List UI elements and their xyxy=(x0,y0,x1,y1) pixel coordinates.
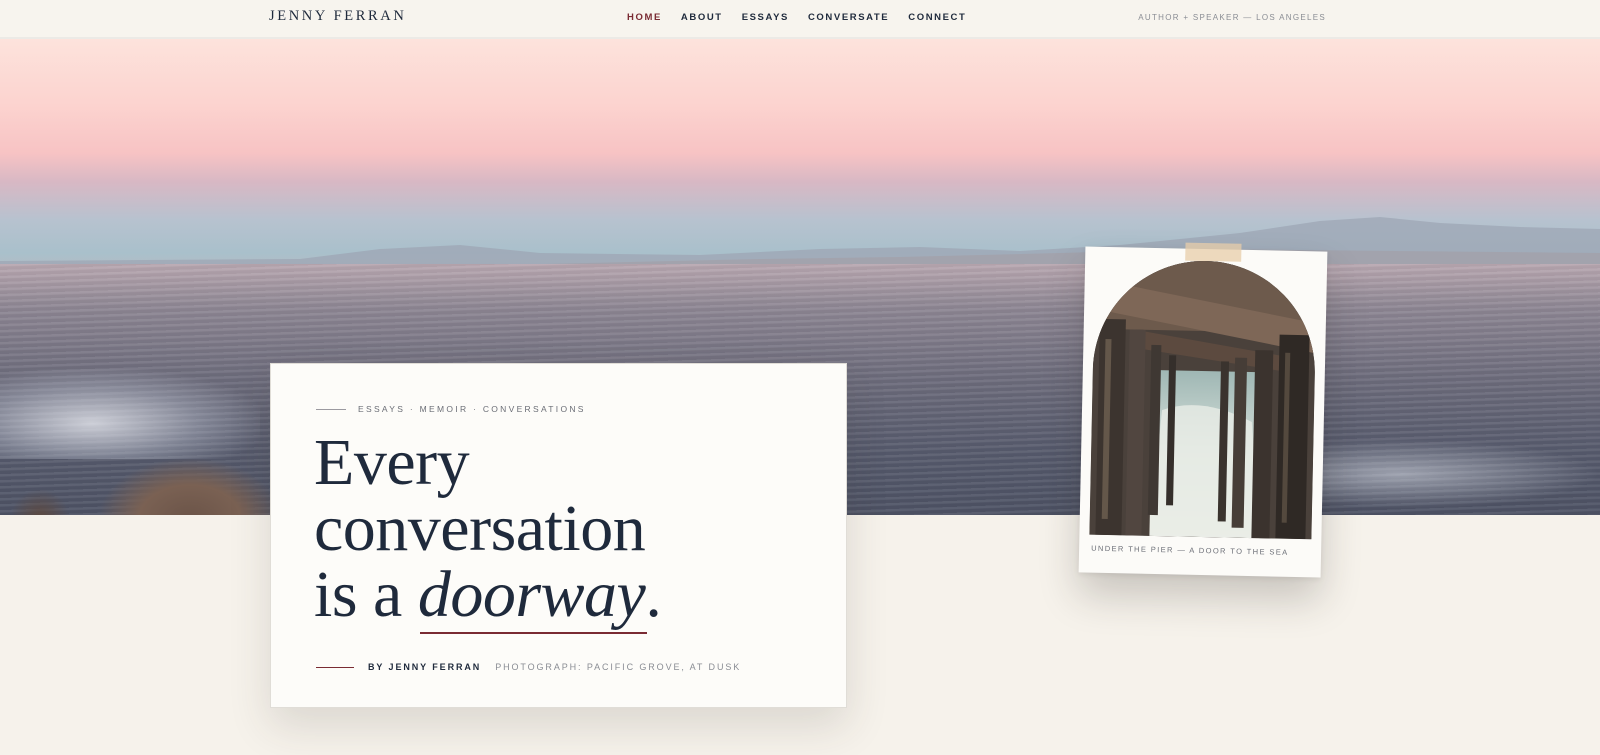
site-logo[interactable]: JENNY FERRAN xyxy=(269,8,406,25)
nav-essays[interactable]: ESSAYS xyxy=(742,12,789,23)
pier-photo xyxy=(1089,258,1318,540)
header-tagline: AUTHOR + SPEAKER — LOS ANGELES xyxy=(1138,13,1326,22)
polaroid-caption: UNDER THE PIER — A DOOR TO THE SEA xyxy=(1091,543,1289,557)
eyebrow-rule xyxy=(316,408,346,410)
hero-card: ESSAYS · MEMOIR · CONVERSATIONS Every co… xyxy=(270,363,847,708)
shore-rocks xyxy=(100,459,280,515)
wave-foam xyxy=(0,369,260,459)
author-byline: BY JENNY FERRAN xyxy=(368,662,482,672)
headline-emphasis: doorway xyxy=(417,558,646,631)
nav-connect[interactable]: CONNECT xyxy=(908,12,966,23)
headline-line-2: conversation xyxy=(314,492,646,565)
headline-line-3: is a doorway. xyxy=(314,562,662,628)
hero-headline: Every conversation is a doorway. xyxy=(314,426,662,628)
eyebrow-text: ESSAYS · MEMOIR · CONVERSATIONS xyxy=(358,404,586,414)
headline-prefix: is a xyxy=(314,558,418,631)
nav-home[interactable]: HOME xyxy=(627,12,662,23)
nav-conversate[interactable]: CONVERSATE xyxy=(808,12,889,23)
byline: BY JENNY FERRAN PHOTOGRAPH: PACIFIC GROV… xyxy=(316,662,741,672)
headline-line-1: Every xyxy=(314,426,470,499)
eyebrow: ESSAYS · MEMOIR · CONVERSATIONS xyxy=(316,404,586,414)
polaroid-photo: UNDER THE PIER — A DOOR TO THE SEA xyxy=(1078,242,1328,578)
tape-strip xyxy=(1185,242,1242,262)
main-nav: HOME ABOUT ESSAYS CONVERSATE CONNECT xyxy=(627,12,985,23)
site-header: JENNY FERRAN HOME ABOUT ESSAYS CONVERSAT… xyxy=(0,0,1600,39)
photo-credit: PHOTOGRAPH: PACIFIC GROVE, AT DUSK xyxy=(495,662,742,672)
shore-rocks xyxy=(10,489,70,515)
headline-suffix: . xyxy=(645,558,662,631)
byline-rule xyxy=(316,666,354,668)
nav-about[interactable]: ABOUT xyxy=(681,12,723,23)
